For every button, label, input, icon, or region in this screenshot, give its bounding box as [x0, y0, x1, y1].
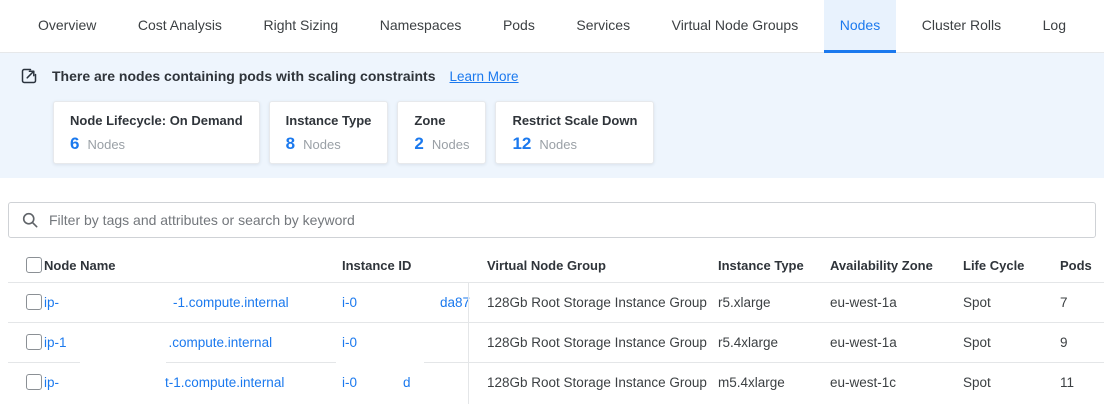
card-node-lifecycle[interactable]: Node Lifecycle: On Demand 6 Nodes: [53, 101, 260, 164]
availability-zone-cell: eu-west-1c: [830, 375, 963, 390]
redaction: [67, 346, 169, 347]
table-row: ip--1.compute.internal i-0da87 128Gb Roo…: [0, 282, 1104, 322]
column-divider: [468, 282, 469, 404]
card-zone[interactable]: Zone 2 Nodes: [397, 101, 486, 164]
tab-pods[interactable]: Pods: [487, 0, 551, 53]
instance-id-link[interactable]: i-0d: [342, 375, 411, 390]
constraint-cards: Node Lifecycle: On Demand 6 Nodes Instanc…: [20, 101, 1084, 164]
column-header-instance-type: Instance Type: [718, 258, 830, 273]
row-checkbox[interactable]: [26, 294, 42, 310]
card-title: Node Lifecycle: On Demand: [70, 113, 243, 128]
card-unit: Nodes: [432, 137, 470, 152]
virtual-node-group-cell: 128Gb Root Storage Instance Group: [487, 295, 718, 310]
availability-zone-cell: eu-west-1a: [830, 295, 963, 310]
row-checkbox[interactable]: [26, 334, 42, 350]
redaction: [59, 386, 165, 387]
instance-type-cell: r5.xlarge: [718, 295, 830, 310]
card-restrict-scale-down[interactable]: Restrict Scale Down 12 Nodes: [495, 101, 654, 164]
select-all-checkbox[interactable]: [26, 257, 42, 273]
column-header-virtual-node-group: Virtual Node Group: [487, 258, 718, 273]
scaling-constraints-banner: There are nodes containing pods with sca…: [0, 53, 1104, 178]
redaction: [357, 386, 403, 387]
column-header-pods: Pods: [1060, 258, 1104, 273]
tab-namespaces[interactable]: Namespaces: [364, 0, 478, 53]
redaction: [336, 360, 424, 364]
column-header-life-cycle: Life Cycle: [963, 258, 1060, 273]
column-header-availability-zone: Availability Zone: [830, 258, 963, 273]
card-count: 6: [70, 134, 79, 154]
tab-right-sizing[interactable]: Right Sizing: [247, 0, 354, 53]
card-count: 12: [512, 134, 531, 154]
card-title: Restrict Scale Down: [512, 113, 637, 128]
tab-cost-analysis[interactable]: Cost Analysis: [122, 0, 238, 53]
tab-virtual-node-groups[interactable]: Virtual Node Groups: [656, 0, 815, 53]
banner-message: There are nodes containing pods with sca…: [52, 68, 436, 84]
tab-bar: Overview Cost Analysis Right Sizing Name…: [0, 0, 1104, 53]
tab-nodes[interactable]: Nodes: [824, 0, 896, 53]
row-checkbox[interactable]: [26, 374, 42, 390]
node-name-link[interactable]: ip--1.compute.internal: [44, 295, 289, 310]
tab-cluster-rolls[interactable]: Cluster Rolls: [906, 0, 1017, 53]
card-unit: Nodes: [87, 137, 125, 152]
life-cycle-cell: Spot: [963, 375, 1060, 390]
pods-cell: 7: [1060, 295, 1104, 310]
pods-cell: 9: [1060, 335, 1104, 350]
node-name-link[interactable]: ip-t-1.compute.internal: [44, 375, 284, 390]
table-row: ip-t-1.compute.internal i-0d 128Gb Root …: [0, 362, 1104, 402]
tab-log[interactable]: Log: [1027, 0, 1082, 53]
life-cycle-cell: Spot: [963, 295, 1060, 310]
filter-bar: [8, 202, 1096, 238]
search-input[interactable]: [49, 212, 1083, 228]
card-count: 8: [286, 134, 295, 154]
card-unit: Nodes: [539, 137, 577, 152]
tab-services[interactable]: Services: [560, 0, 646, 53]
search-icon: [21, 211, 39, 229]
card-unit: Nodes: [303, 137, 341, 152]
virtual-node-group-cell: 128Gb Root Storage Instance Group: [487, 335, 718, 350]
table-header: Node Name Instance ID Virtual Node Group…: [0, 248, 1104, 282]
redaction: [59, 306, 173, 307]
redaction: [80, 360, 166, 364]
node-name-link[interactable]: ip-1.compute.internal: [44, 335, 272, 350]
nodes-table: Node Name Instance ID Virtual Node Group…: [0, 248, 1104, 402]
pods-cell: 11: [1060, 375, 1104, 390]
column-header-instance-id: Instance ID: [342, 258, 487, 273]
life-cycle-cell: Spot: [963, 335, 1060, 350]
scale-out-icon: [20, 67, 38, 85]
instance-id-link[interactable]: i-0: [342, 335, 357, 350]
learn-more-link[interactable]: Learn More: [450, 69, 519, 84]
availability-zone-cell: eu-west-1a: [830, 335, 963, 350]
card-count: 2: [414, 134, 423, 154]
instance-type-cell: r5.4xlarge: [718, 335, 830, 350]
redaction: [357, 306, 440, 307]
card-title: Instance Type: [286, 113, 372, 128]
tab-overview[interactable]: Overview: [22, 0, 112, 53]
card-title: Zone: [414, 113, 469, 128]
instance-id-link[interactable]: i-0da87: [342, 295, 470, 310]
table-row: ip-1.compute.internal i-0 128Gb Root Sto…: [0, 322, 1104, 362]
virtual-node-group-cell: 128Gb Root Storage Instance Group: [487, 375, 718, 390]
card-instance-type[interactable]: Instance Type 8 Nodes: [269, 101, 389, 164]
column-header-node-name: Node Name: [44, 258, 342, 273]
instance-type-cell: m5.4xlarge: [718, 375, 830, 390]
